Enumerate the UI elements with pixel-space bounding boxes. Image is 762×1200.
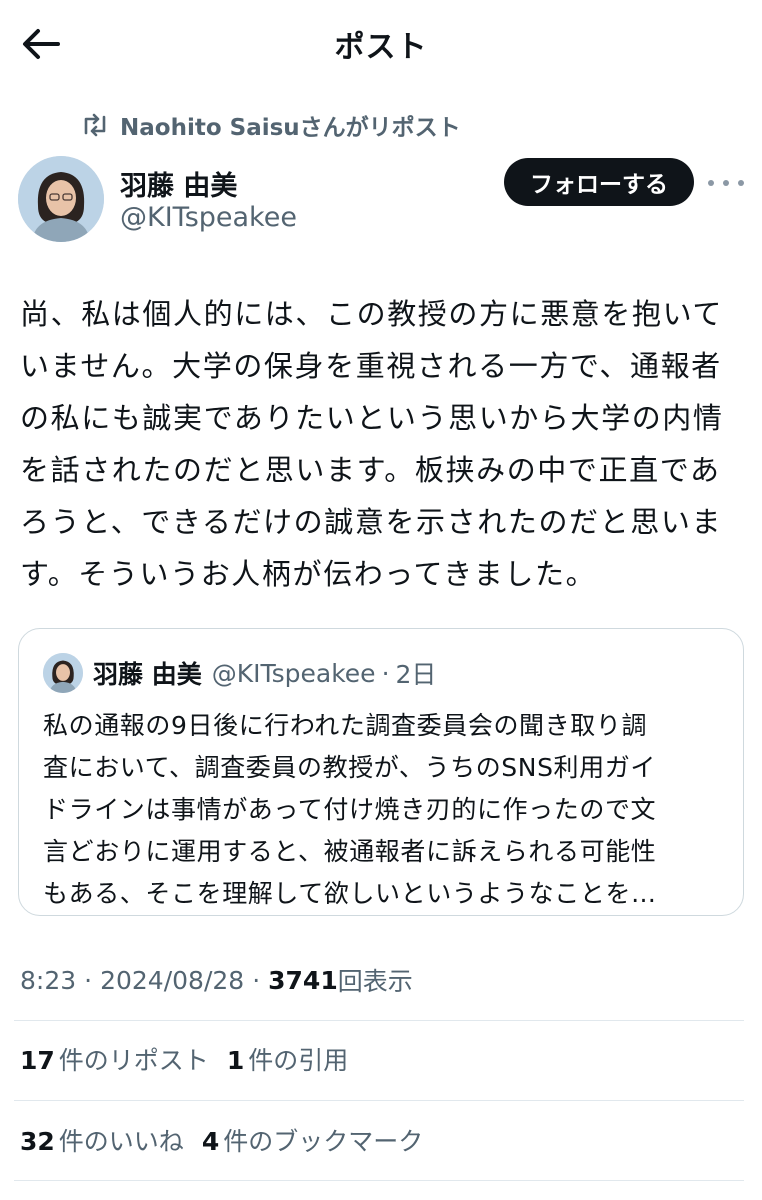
views-count: 3741: [268, 965, 338, 995]
more-dot: [738, 180, 744, 186]
meta-separator: ·: [84, 965, 93, 995]
quoted-separator: ·: [381, 658, 390, 688]
page-title: ポスト: [334, 30, 428, 65]
quotes-count: 1: [226, 1046, 245, 1075]
likes-count: 32: [20, 1127, 55, 1156]
like-stats-row: 32 件のいいね 4 件のブックマーク: [20, 1118, 423, 1162]
quotes-stat[interactable]: 1 件の引用: [227, 1041, 348, 1077]
quoted-timestamp: 2日: [395, 660, 437, 689]
reposts-label: 件のリポスト: [58, 1046, 209, 1075]
avatar[interactable]: [18, 156, 104, 242]
post-meta: 8:23 · 2024/08/28 · 3741 回表示: [20, 960, 413, 1000]
post-date: 2024/08/28: [100, 965, 245, 995]
follow-button[interactable]: フォローする: [504, 158, 694, 206]
top-bar: ポスト: [0, 0, 762, 88]
divider: [14, 1100, 744, 1101]
author-row: 羽藤 由美 @KITspeakee フォローする: [18, 156, 744, 246]
divider: [14, 1020, 744, 1021]
reposts-count: 17: [20, 1046, 55, 1075]
divider: [14, 1180, 744, 1181]
more-icon[interactable]: [708, 168, 744, 198]
author-name[interactable]: 羽藤 由美: [120, 164, 237, 203]
post-time: 8:23: [20, 965, 77, 995]
quoted-author-name: 羽藤 由美: [93, 660, 202, 689]
repost-icon: [80, 110, 110, 140]
likes-stat[interactable]: 32 件のいいね: [20, 1122, 184, 1158]
bookmarks-stat[interactable]: 4 件のブックマーク: [202, 1122, 423, 1158]
likes-label: 件のいいね: [58, 1127, 184, 1156]
reposts-stat[interactable]: 17 件のリポスト: [20, 1041, 209, 1077]
repost-stats-row: 17 件のリポスト 1 件の引用: [20, 1037, 348, 1081]
quoted-avatar: [43, 653, 83, 693]
quoted-post-header: 羽藤 由美 @KITspeakee · 2日: [43, 653, 436, 693]
bookmarks-label: 件のブックマーク: [223, 1127, 424, 1156]
more-dot: [708, 180, 714, 186]
bookmarks-count: 4: [201, 1127, 220, 1156]
repost-text: Naohito Saisuさんがリポスト: [120, 115, 461, 141]
quoted-post[interactable]: 羽藤 由美 @KITspeakee · 2日 私の通報の9日後に行われた調査委員…: [18, 628, 744, 916]
more-dot: [723, 180, 729, 186]
author-handle[interactable]: @KITspeakee: [120, 202, 297, 233]
post-detail-page: ポスト Naohito Saisuさんがリポスト 羽藤 由美 @KITspeak…: [0, 0, 762, 1200]
quoted-post-text: 私の通報の9日後に行われた調査委員会の聞き取り調 査において、調査委員の教授が、…: [43, 711, 657, 908]
views-label: 回表示: [337, 967, 413, 996]
meta-separator: ·: [252, 965, 261, 995]
repost-indicator[interactable]: Naohito Saisuさんがリポスト: [80, 108, 461, 142]
post-text: 尚、私は個人的には、この教授の方に悪意を抱いて いません。大学の保身を重視される…: [20, 297, 724, 591]
quoted-author-handle: @KITspeakee: [211, 658, 376, 688]
quotes-label: 件の引用: [248, 1046, 349, 1075]
